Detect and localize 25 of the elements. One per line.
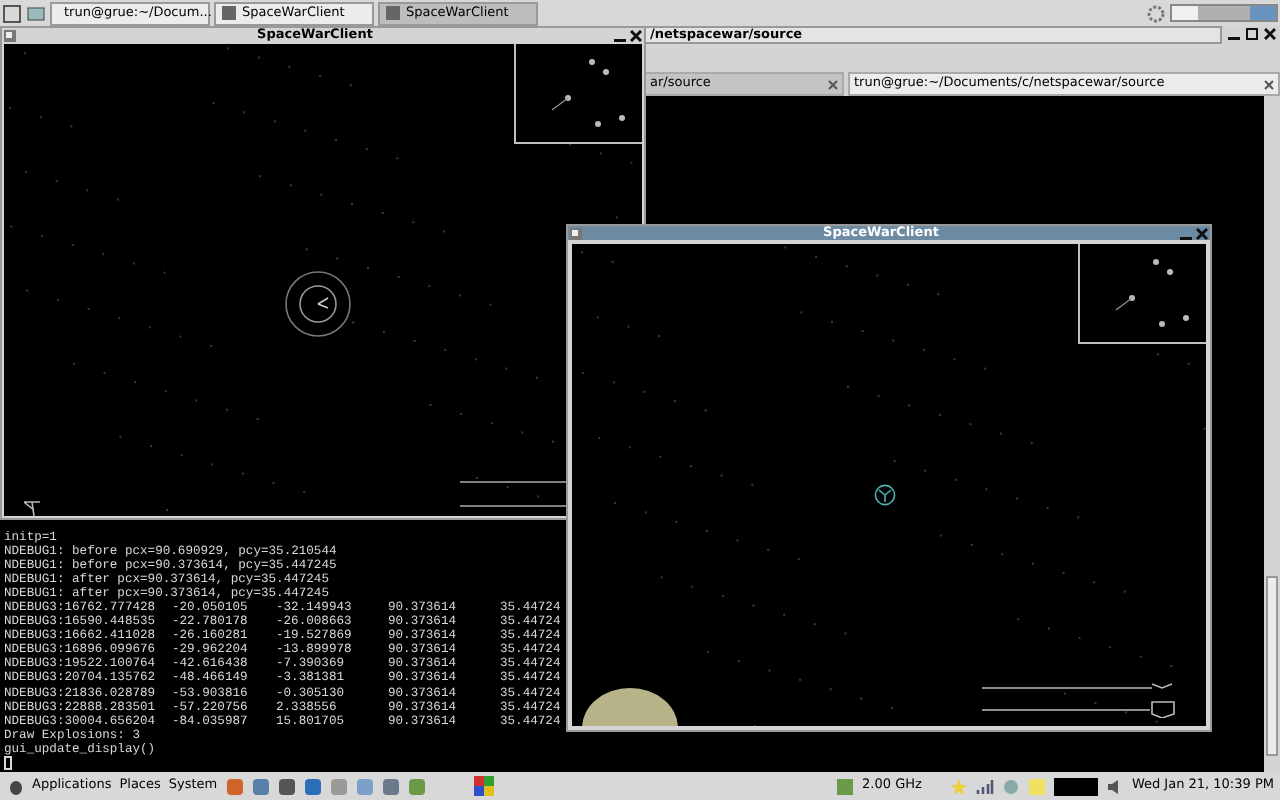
app-icon: [386, 6, 400, 20]
launcher-icon[interactable]: [473, 776, 494, 796]
workspace-switcher[interactable]: [1170, 4, 1278, 22]
ship-icon: [24, 500, 42, 516]
close-icon[interactable]: [1196, 227, 1208, 239]
planet-drawing: [582, 688, 678, 726]
close-icon[interactable]: [1264, 28, 1276, 40]
scrollbar-thumb[interactable]: [1266, 576, 1278, 756]
maximize-icon[interactable]: [1246, 28, 1258, 40]
ship-icon: [874, 484, 896, 506]
speaker-icon[interactable]: [1105, 777, 1124, 795]
ship-shield-drawing: [284, 270, 352, 338]
app-icon: [222, 6, 236, 20]
window-list-icon[interactable]: [26, 3, 46, 23]
close-icon[interactable]: [1264, 79, 1274, 89]
signal-icon: [975, 777, 994, 795]
gear-icon[interactable]: [1146, 3, 1166, 23]
close-icon[interactable]: [630, 29, 642, 41]
star-icon[interactable]: [949, 777, 968, 795]
show-desktop-icon[interactable]: [2, 3, 22, 23]
system-monitor-graph: [1053, 777, 1098, 795]
window-menu-icon[interactable]: [4, 29, 16, 41]
hud-gauge-drawing: [460, 480, 568, 512]
scrollbar[interactable]: [1264, 96, 1280, 772]
window-menu-icon[interactable]: [570, 227, 582, 239]
